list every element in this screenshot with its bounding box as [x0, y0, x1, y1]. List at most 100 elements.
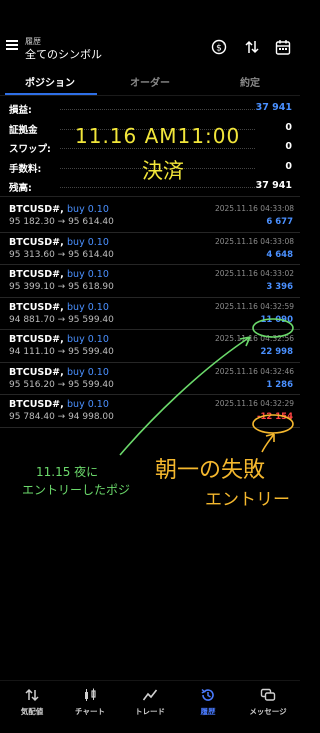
svg-text:$: $	[216, 43, 222, 53]
trade-icon	[142, 689, 158, 701]
nav-label: 履歴	[200, 707, 216, 716]
position-list: BTCUSD#, buy 0.10 95 182.30 → 95 614.40 …	[0, 200, 300, 428]
summary-label: 手数料:	[9, 163, 42, 175]
handwritten-green-note-line1: 11.15 夜に	[36, 465, 99, 479]
position-profit: 1 286	[266, 379, 293, 390]
bottom-navigation: 気配値 チャート トレード 履歴 メッセージ	[0, 680, 300, 733]
side-volume: buy 0.10	[67, 204, 109, 215]
handwritten-orange-note-line1: 朝一の失敗	[155, 458, 266, 483]
price-range: 95 313.60 → 95 614.40	[9, 249, 114, 260]
chart-icon	[85, 688, 96, 701]
position-row[interactable]: BTCUSD#, buy 0.10 95 313.60 → 95 614.40 …	[0, 233, 300, 265]
position-symbol: BTCUSD#, buy 0.10	[9, 302, 109, 313]
close-time: 2025.11.16 04:32:29	[214, 399, 294, 408]
nav-history[interactable]: 履歴	[178, 687, 238, 717]
position-row[interactable]: BTCUSD#, buy 0.10 95 182.30 → 95 614.40 …	[0, 200, 300, 233]
history-icon	[201, 688, 214, 701]
side-volume: buy 0.10	[67, 301, 109, 313]
position-symbol: BTCUSD#, buy 0.10	[9, 237, 109, 248]
summary-label: 証拠金	[9, 124, 38, 136]
quotes-icon	[25, 688, 39, 702]
position-symbol: BTCUSD#, buy 0.10	[9, 334, 109, 345]
close-time: 2025.11.16 04:33:08	[214, 204, 294, 213]
position-symbol: BTCUSD#, buy 0.10	[9, 269, 109, 280]
active-tab-indicator	[5, 93, 97, 95]
summary-label: スワップ:	[9, 144, 51, 155]
side-volume: buy 0.10	[67, 334, 109, 345]
nav-label: チャート	[75, 707, 105, 716]
handwritten-orange-note-line2: エントリー	[205, 490, 290, 510]
position-row[interactable]: BTCUSD#, buy 0.10 95 516.20 → 95 599.40 …	[0, 363, 300, 395]
messages-icon	[260, 688, 276, 701]
position-row[interactable]: BTCUSD#, buy 0.10 95 399.10 → 95 618.90 …	[0, 265, 300, 298]
close-time: 2025.11.16 04:32:56	[214, 334, 294, 343]
position-profit: 6 677	[266, 217, 293, 227]
side-volume: buy 0.10	[67, 366, 109, 378]
close-time: 2025.11.16 04:32:46	[214, 366, 294, 376]
menu-icon[interactable]	[6, 40, 18, 50]
tab-deals[interactable]: 約定	[200, 74, 300, 89]
summary-value: 37 941	[255, 102, 292, 113]
position-profit: 11 090	[260, 314, 293, 325]
symbol-text: BTCUSD#,	[9, 236, 64, 248]
dotted-leader	[60, 187, 255, 188]
currency-exchange-icon[interactable]: $	[210, 38, 228, 56]
calendar-icon[interactable]	[274, 38, 292, 56]
position-symbol: BTCUSD#, buy 0.10	[9, 367, 109, 378]
nav-label: 気配値	[20, 707, 44, 716]
nav-trade[interactable]: トレード	[120, 687, 180, 717]
summary-label: 損益:	[9, 105, 32, 116]
symbol-text: BTCUSD#,	[9, 334, 64, 345]
price-range: 95 182.30 → 95 614.40	[9, 217, 114, 227]
symbol-text: BTCUSD#,	[9, 269, 64, 280]
position-symbol: BTCUSD#, buy 0.10	[9, 399, 109, 410]
summary-value: 0	[285, 160, 292, 172]
position-profit: -12 154	[256, 412, 293, 422]
orange-arrow-mark	[261, 433, 275, 453]
symbol-text: BTCUSD#,	[9, 399, 64, 410]
price-range: 94 111.10 → 95 599.40	[9, 347, 114, 357]
summary-value: 0	[285, 121, 292, 133]
top-bar: 履歴 全てのシンボル $	[0, 0, 300, 64]
price-range: 94 881.70 → 95 599.40	[9, 314, 114, 325]
nav-label: トレード	[135, 707, 165, 716]
tab-orders[interactable]: オーダー	[100, 74, 200, 89]
summary-row-profit: 損益: 37 941	[0, 98, 300, 118]
nav-chart[interactable]: チャート	[60, 687, 120, 717]
summary-value: 37 941	[255, 180, 292, 191]
nav-quotes[interactable]: 気配値	[2, 687, 62, 717]
price-range: 95 784.40 → 94 998.00	[9, 412, 114, 422]
symbol-text: BTCUSD#,	[9, 204, 64, 215]
handwritten-green-note-line2: エントリーしたポジ	[22, 483, 131, 497]
history-tabs: ポジション オーダー 約定	[0, 68, 300, 96]
divider	[0, 196, 300, 197]
side-volume: buy 0.10	[67, 399, 109, 410]
side-volume: buy 0.10	[67, 269, 109, 280]
price-range: 95 516.20 → 95 599.40	[9, 379, 114, 390]
nav-label: メッセージ	[249, 707, 287, 716]
dotted-leader	[60, 148, 255, 149]
position-profit: 3 396	[266, 282, 293, 292]
dotted-leader	[60, 109, 255, 110]
close-time: 2025.11.16 04:32:59	[214, 301, 294, 311]
position-row[interactable]: BTCUSD#, buy 0.10 95 784.40 → 94 998.00 …	[0, 395, 300, 428]
symbol-text: BTCUSD#,	[9, 301, 64, 313]
handwritten-settlement-time: 11.16 AM11:00	[75, 124, 241, 148]
summary-value: 0	[285, 141, 292, 152]
sort-icon[interactable]	[243, 38, 261, 56]
position-symbol: BTCUSD#, buy 0.10	[9, 204, 109, 215]
position-profit: 22 998	[260, 347, 293, 357]
handwritten-settlement-label: 決済	[142, 159, 184, 183]
close-time: 2025.11.16 04:33:08	[214, 236, 294, 246]
position-row[interactable]: BTCUSD#, buy 0.10 94 111.10 → 95 599.40 …	[0, 330, 300, 363]
symbol-filter-title[interactable]: 全てのシンボル	[25, 46, 102, 62]
orange-arrowhead-mark	[265, 433, 275, 442]
tab-positions[interactable]: ポジション	[0, 74, 100, 89]
side-volume: buy 0.10	[67, 236, 109, 248]
nav-messages[interactable]: メッセージ	[238, 687, 298, 717]
position-row[interactable]: BTCUSD#, buy 0.10 94 881.70 → 95 599.40 …	[0, 298, 300, 330]
symbol-text: BTCUSD#,	[9, 366, 64, 378]
close-time: 2025.11.16 04:33:02	[214, 269, 294, 278]
price-range: 95 399.10 → 95 618.90	[9, 282, 114, 292]
position-profit: 4 648	[266, 249, 293, 260]
